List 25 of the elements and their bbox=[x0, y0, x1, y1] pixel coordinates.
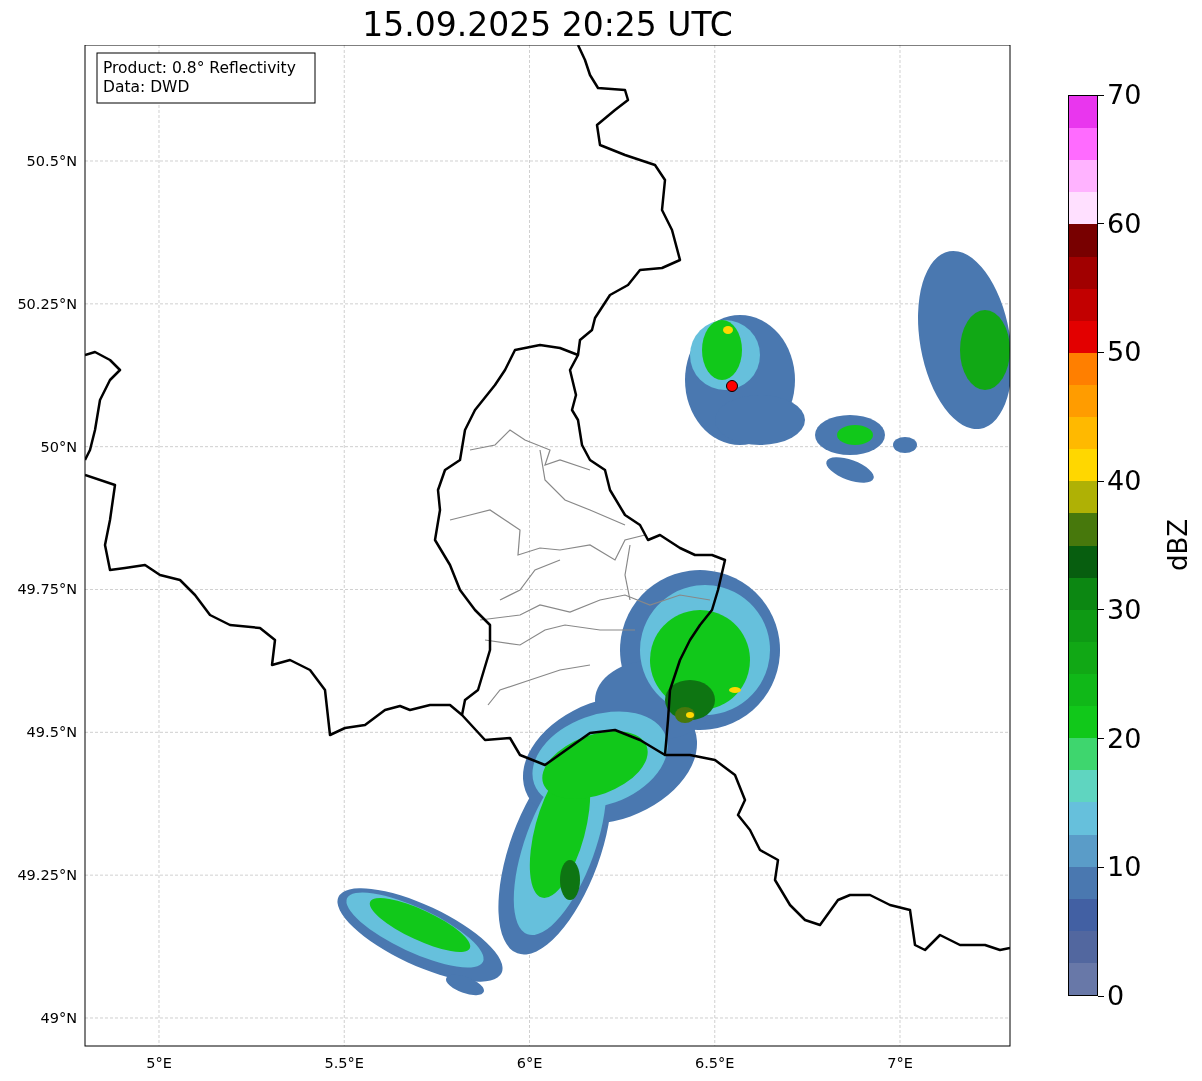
colorbar-tick-label: 30 bbox=[1107, 594, 1142, 625]
latitude-label: 49.5°N bbox=[26, 724, 77, 741]
colorbar-tick-label: 70 bbox=[1107, 80, 1142, 110]
longitude-label: 5.5°E bbox=[324, 1055, 364, 1071]
longitude-label: 6°E bbox=[516, 1055, 543, 1071]
colorbar-tick-label: 0 bbox=[1107, 981, 1125, 1011]
latitude-label: 49.25°N bbox=[17, 867, 77, 884]
colorbar-tick-label: 50 bbox=[1107, 337, 1142, 368]
colorbar-tick-label: 20 bbox=[1107, 723, 1142, 754]
colorbar-tick-label: 60 bbox=[1107, 208, 1142, 239]
latitude-label: 49.75°N bbox=[17, 581, 77, 598]
latitude-label: 49°N bbox=[40, 1010, 77, 1026]
colorbar-tick-label: 10 bbox=[1107, 852, 1142, 883]
longitude-label: 7°E bbox=[887, 1055, 913, 1071]
chart-title: 15.09.2025 20:25 UTC bbox=[362, 5, 733, 45]
info-text: Data: DWD bbox=[103, 78, 190, 96]
longitude-label: 6.5°E bbox=[695, 1055, 735, 1071]
radar-site-marker bbox=[726, 380, 738, 392]
latitude-label: 50°N bbox=[40, 438, 77, 455]
latitude-label: 50.5°N bbox=[26, 153, 77, 169]
latitude-label: 50.25°N bbox=[17, 295, 77, 312]
colorbar-tick-label: 40 bbox=[1107, 466, 1142, 497]
info-text: Product: 0.8° Reflectivity bbox=[103, 59, 296, 77]
colorbar-label: dBZ bbox=[1163, 518, 1194, 572]
longitude-label: 5°E bbox=[146, 1055, 172, 1071]
